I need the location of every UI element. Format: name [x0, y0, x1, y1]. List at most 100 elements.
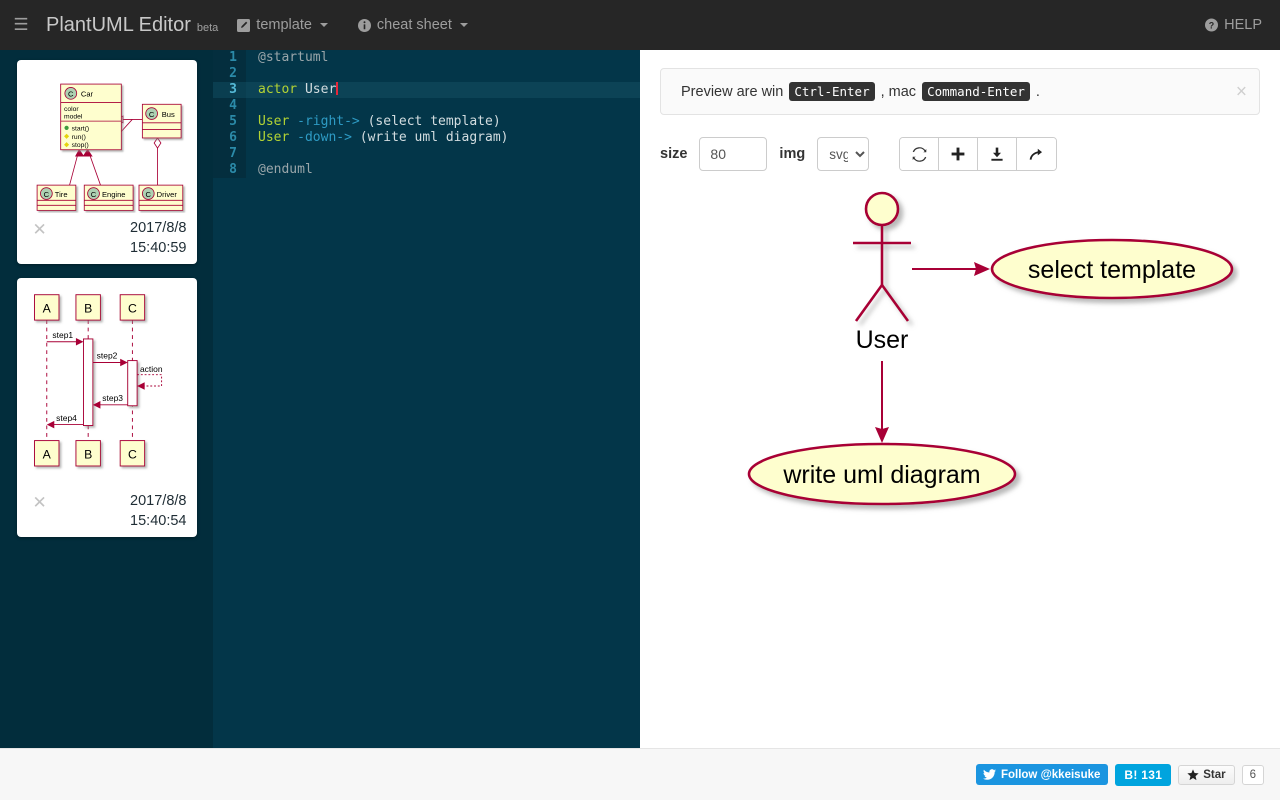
- svg-text:stop(): stop(): [71, 142, 88, 149]
- history-time: 15:40:54: [130, 512, 187, 529]
- refresh-icon: [911, 146, 928, 163]
- svg-text:C: C: [145, 190, 151, 199]
- svg-text:model: model: [64, 114, 83, 121]
- nav-item-help-label: HELP: [1224, 17, 1262, 33]
- svg-text:step2: step2: [96, 351, 117, 361]
- code-line[interactable]: 4: [213, 98, 640, 114]
- nav-item-template[interactable]: template: [222, 0, 343, 50]
- code-token: -right->: [297, 114, 360, 129]
- twitter-bird-icon: [982, 768, 996, 781]
- history-time: 15:40:59: [130, 239, 187, 256]
- github-star-count[interactable]: 6: [1241, 764, 1264, 785]
- code-line-text: User -down-> (write uml diagram): [246, 130, 508, 146]
- history-item[interactable]: C Car color model start() run() stop() C…: [16, 60, 197, 265]
- code-line[interactable]: 7: [213, 146, 640, 162]
- history-timestamp: 2017/8/8 15:40:54: [130, 492, 186, 531]
- code-token: (select template): [359, 114, 501, 129]
- code-token: @startuml: [258, 50, 329, 65]
- twitter-follow-button[interactable]: Follow @kkeisuke: [975, 764, 1109, 785]
- code-line-text: [246, 146, 258, 162]
- history-item[interactable]: step1 step2 action step3 step4 A B C A B…: [16, 278, 197, 538]
- svg-text:?: ?: [1209, 20, 1214, 30]
- history-delete-icon[interactable]: ✕: [27, 492, 53, 513]
- history-delete-icon[interactable]: ✕: [27, 219, 53, 240]
- github-star-button[interactable]: Star: [1178, 764, 1235, 785]
- line-number: 4: [213, 98, 246, 114]
- svg-text:Engine: Engine: [101, 190, 125, 199]
- size-input[interactable]: [699, 137, 768, 171]
- svg-text:C: C: [127, 302, 136, 316]
- preview-hint-alert: Preview are win Ctrl-Enter , mac Command…: [660, 68, 1260, 115]
- download-icon: [989, 146, 1005, 162]
- github-star-label: Star: [1203, 768, 1226, 781]
- svg-text:C: C: [148, 110, 154, 119]
- code-line[interactable]: 6 User -down-> (write uml diagram): [213, 130, 640, 146]
- code-line-text: @startuml: [246, 50, 328, 66]
- svg-text:B: B: [84, 302, 92, 316]
- code-line-text: [246, 66, 258, 82]
- question-circle-icon: ?: [1205, 18, 1219, 32]
- code-line[interactable]: 1 @startuml: [213, 50, 640, 66]
- code-token: (write uml diagram): [351, 130, 509, 145]
- hamburger-icon[interactable]: ☰: [0, 0, 42, 50]
- shortcut-windows: Ctrl-Enter: [789, 82, 875, 101]
- preview-action-buttons: [899, 137, 1058, 171]
- code-token: -down->: [297, 130, 352, 145]
- hatena-bookmark-button[interactable]: B! 131: [1115, 763, 1172, 786]
- chevron-down-icon: [459, 22, 468, 27]
- alert-text-2: , mac: [880, 83, 917, 100]
- code-line[interactable]: 8 @enduml: [213, 162, 640, 178]
- svg-text:A: A: [42, 302, 51, 316]
- add-button[interactable]: [939, 138, 979, 170]
- code-line[interactable]: 2: [213, 66, 640, 82]
- code-token: User: [258, 114, 290, 129]
- code-lines[interactable]: 1 @startuml 2 3 actor User 4 5 User -right-> (s…: [213, 50, 640, 178]
- svg-text:B: B: [84, 448, 92, 462]
- download-button[interactable]: [978, 138, 1018, 170]
- line-number: 3: [213, 82, 246, 98]
- brand-link[interactable]: PlantUML Editor beta: [42, 14, 222, 37]
- brand-beta-badge: beta: [196, 21, 219, 34]
- chevron-down-icon: [319, 22, 328, 27]
- actor-label: User: [856, 326, 909, 354]
- code-line[interactable]: 3 actor User: [213, 82, 640, 98]
- share-button[interactable]: [1017, 138, 1057, 170]
- footer-bar: Follow @kkeisuke B! 131 Star 6: [0, 748, 1280, 800]
- svg-text:run(): run(): [71, 134, 85, 141]
- code-line-text: [246, 98, 258, 114]
- alert-text-1: Preview are win: [681, 83, 784, 100]
- svg-text:A: A: [42, 448, 51, 462]
- code-line-text: User -right-> (select template): [246, 114, 501, 130]
- nav-item-cheat-sheet[interactable]: cheat sheet: [343, 0, 483, 50]
- code-token: actor: [258, 82, 298, 97]
- code-line[interactable]: 5 User -right-> (select template): [213, 114, 640, 130]
- code-token: User: [297, 82, 337, 97]
- line-number: 7: [213, 146, 246, 162]
- svg-text:step4: step4: [56, 413, 77, 423]
- svg-text:Car: Car: [80, 90, 93, 99]
- svg-text:start(): start(): [71, 125, 89, 132]
- pencil-square-icon: [237, 18, 251, 32]
- line-number: 2: [213, 66, 246, 82]
- usecase-diagram-preview: User select template write uml diagram: [660, 181, 1260, 561]
- preview-toolbar: size img svgpngtxt: [660, 137, 1260, 171]
- share-arrow-icon: [1028, 146, 1045, 163]
- code-token: @enduml: [258, 162, 313, 177]
- alert-close-icon[interactable]: ×: [1236, 82, 1247, 101]
- line-number: 1: [213, 50, 246, 66]
- history-timestamp: 2017/8/8 15:40:59: [130, 219, 186, 258]
- history-item-meta: ✕ 2017/8/8 15:40:59: [27, 213, 187, 258]
- refresh-button[interactable]: [900, 138, 940, 170]
- usecase-label-2: write uml diagram: [782, 461, 980, 489]
- nav-item-cheat-sheet-label: cheat sheet: [376, 17, 452, 33]
- code-editor[interactable]: 1 @startuml 2 3 actor User 4 5 User -right-> (s…: [213, 50, 640, 748]
- svg-text:C: C: [68, 90, 74, 99]
- history-sidebar: C Car color model start() run() stop() C…: [0, 50, 213, 748]
- img-format-select[interactable]: svgpngtxt: [817, 137, 870, 171]
- size-label: size: [660, 146, 688, 162]
- top-navbar: ☰ PlantUML Editor beta template cheat sh…: [0, 0, 1280, 50]
- nav-item-help[interactable]: ? HELP: [1190, 0, 1280, 50]
- usecase-label-1: select template: [1028, 256, 1196, 284]
- shortcut-mac: Command-Enter: [922, 82, 1030, 101]
